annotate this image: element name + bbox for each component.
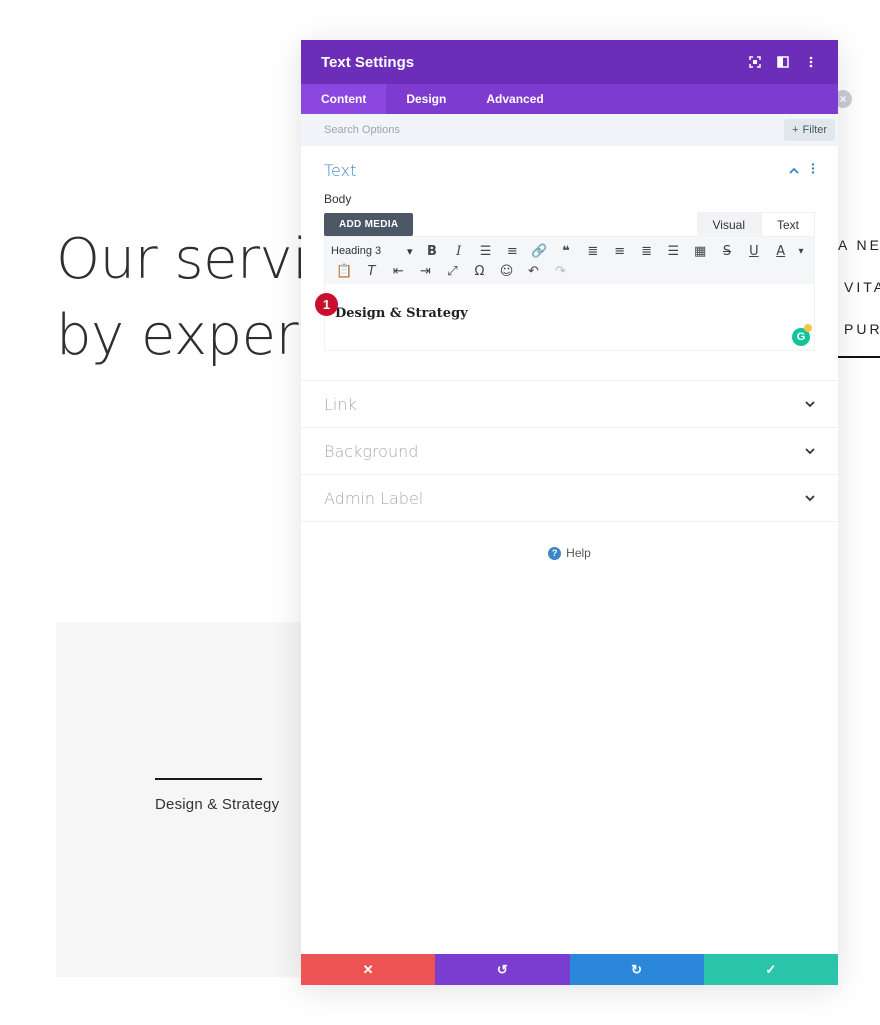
chevron-up-icon[interactable]: [789, 163, 799, 177]
table-icon[interactable]: ▦: [687, 244, 714, 259]
modal-footer: ✕ ↺ ↻ ✓: [301, 954, 838, 985]
modal-tabs: Content Design Advanced: [301, 84, 838, 114]
paste-icon[interactable]: 📋: [331, 264, 358, 279]
undo-button[interactable]: ↺: [435, 954, 570, 985]
more-icon[interactable]: [804, 55, 818, 69]
text-color-icon[interactable]: A: [767, 244, 794, 259]
caret-down-icon: ▾: [406, 245, 413, 258]
page-heading-line-2: by expert: [56, 303, 320, 368]
undo-icon[interactable]: ↶: [520, 264, 547, 279]
step-badge: 1: [315, 293, 338, 316]
section-background[interactable]: Background: [301, 428, 838, 475]
editor-toolbar: Heading 3 ▾ B I ☰ ≡ 🔗 ❝ ≣ ≡ ≣ ☰ ▦ S U A …: [325, 237, 814, 284]
help-label: Help: [566, 546, 591, 560]
section-more-icon[interactable]: [811, 163, 815, 177]
numbered-list-icon[interactable]: ≡: [499, 244, 526, 259]
section-admin-label[interactable]: Admin Label: [301, 475, 838, 522]
rich-text-editor: Heading 3 ▾ B I ☰ ≡ 🔗 ❝ ≣ ≡ ≣ ☰ ▦ S U A …: [324, 236, 815, 351]
search-bar: + Filter: [301, 114, 838, 146]
outdent-icon[interactable]: ⇤: [385, 264, 412, 279]
section-admin-label-title: Admin Label: [324, 488, 424, 508]
color-caret-icon[interactable]: ▾: [794, 246, 808, 257]
chevron-down-icon: [805, 397, 815, 411]
modal-header: Text Settings: [301, 40, 838, 84]
card-title: Design & Strategy: [155, 796, 280, 813]
service-card: Design & Strategy: [56, 622, 316, 977]
focus-icon[interactable]: [748, 55, 762, 69]
align-right-icon[interactable]: ≣: [633, 244, 660, 259]
save-button[interactable]: ✓: [703, 954, 838, 985]
text-section: Text Body ADD MEDIA Visual Text Heading …: [301, 146, 838, 381]
tab-advanced[interactable]: Advanced: [466, 84, 563, 114]
text-section-title[interactable]: Text: [324, 161, 356, 180]
tab-text[interactable]: Text: [760, 212, 815, 237]
align-left-icon[interactable]: ≣: [579, 244, 606, 259]
tab-visual[interactable]: Visual: [696, 212, 761, 237]
cancel-button[interactable]: ✕: [301, 954, 436, 985]
bullet-list-icon[interactable]: ☰: [472, 244, 499, 259]
editor-heading-text: Design & Strategy: [335, 306, 468, 321]
format-select-value: Heading 3: [331, 244, 382, 257]
canvas: Our servi by expert Design & Strategy A …: [0, 0, 880, 1025]
redo-button[interactable]: ↻: [569, 954, 704, 985]
blockquote-icon[interactable]: ❝: [553, 244, 580, 259]
italic-icon[interactable]: I: [445, 244, 472, 259]
justify-icon[interactable]: ☰: [660, 244, 687, 259]
help-icon: ?: [548, 546, 562, 560]
add-media-button[interactable]: ADD MEDIA: [324, 213, 414, 236]
check-icon: ✓: [765, 961, 777, 977]
filter-button[interactable]: + Filter: [784, 119, 835, 141]
strikethrough-icon[interactable]: S: [714, 244, 741, 259]
redo-icon: ↻: [631, 961, 643, 977]
search-input[interactable]: [324, 124, 524, 136]
card-divider: [155, 778, 262, 780]
underline-icon[interactable]: U: [740, 244, 767, 259]
section-link[interactable]: Link: [301, 381, 838, 428]
help-link[interactable]: ? Help: [301, 546, 838, 560]
editor-content[interactable]: Design & Strategy G: [325, 284, 814, 350]
page-heading: Our servi by expert: [56, 222, 320, 374]
close-icon: ✕: [362, 961, 374, 977]
indent-icon[interactable]: ⇥: [412, 264, 439, 279]
special-char-icon[interactable]: Ω: [466, 264, 493, 279]
chevron-down-icon: [805, 491, 815, 505]
page-heading-line-1: Our servi: [56, 227, 308, 292]
format-select[interactable]: Heading 3 ▾: [331, 245, 418, 258]
plus-icon: +: [792, 124, 799, 136]
tab-content[interactable]: Content: [301, 84, 387, 114]
align-center-icon[interactable]: ≡: [606, 244, 633, 259]
chevron-down-icon: [805, 444, 815, 458]
tab-design[interactable]: Design: [386, 84, 466, 114]
side-text-3: PURU: [844, 321, 880, 337]
filter-label: Filter: [802, 124, 827, 136]
settings-modal: Text Settings Content Design Advanced Se…: [301, 40, 838, 985]
notification-dot: [804, 324, 812, 332]
link-icon[interactable]: 🔗: [526, 244, 553, 259]
section-link-title: Link: [324, 394, 357, 414]
side-text-2: VITA: [844, 279, 880, 295]
side-divider: [838, 356, 880, 358]
section-background-title: Background: [324, 441, 419, 461]
redo-icon[interactable]: ↷: [547, 264, 574, 279]
side-text-1: A NEC: [838, 237, 880, 253]
bold-icon[interactable]: B: [418, 244, 445, 259]
fullscreen-icon[interactable]: ⤢: [439, 264, 466, 279]
emoji-icon[interactable]: ☺: [493, 264, 520, 279]
split-view-icon[interactable]: [776, 55, 790, 69]
body-label: Body: [324, 192, 352, 206]
modal-title: Text Settings: [321, 53, 415, 71]
undo-icon: ↺: [496, 961, 508, 977]
clear-format-icon[interactable]: T: [358, 264, 385, 279]
